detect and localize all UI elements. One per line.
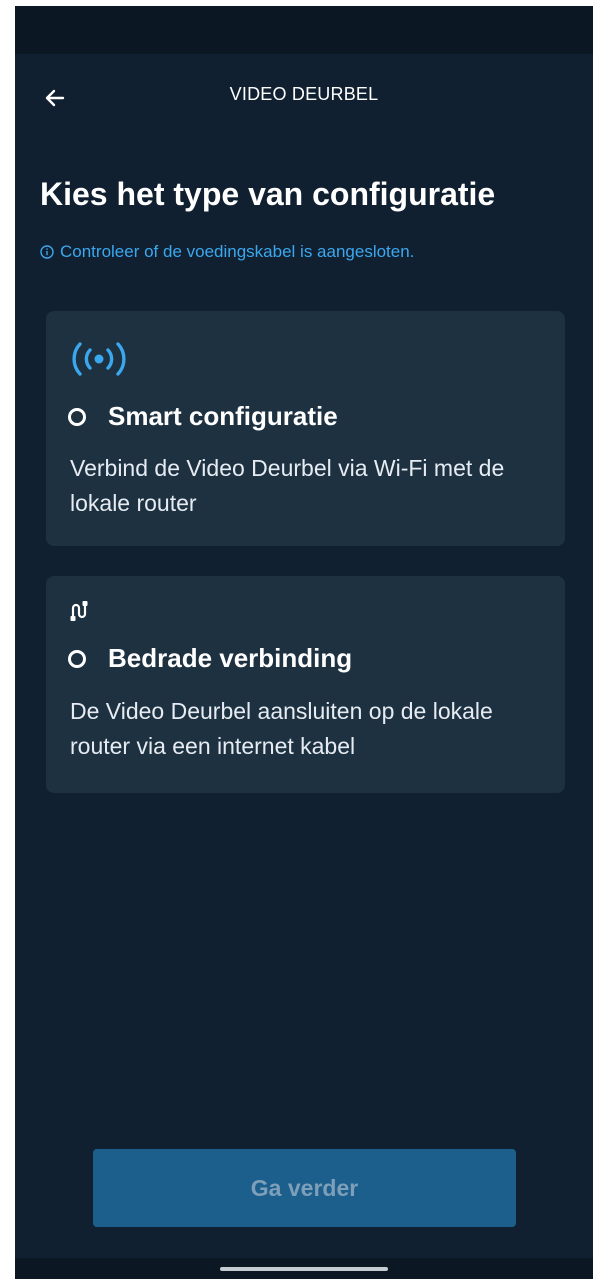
option-description: Verbind de Video Deurbel via Wi-Fi met d… — [70, 455, 505, 516]
continue-button[interactable]: Ga verder — [93, 1149, 516, 1227]
navigation-bar — [15, 1258, 593, 1279]
smart-configuration-option[interactable]: Smart configuratie Verbind de Video Deur… — [46, 311, 565, 546]
wireless-signal-icon — [72, 342, 126, 376]
wired-connection-radio-row[interactable]: Bedrade verbinding — [68, 643, 352, 674]
page-title: Kies het type van configuratie — [40, 176, 496, 212]
info-icon — [40, 245, 54, 259]
power-cable-hint: Controleer of de voedingskabel is aanges… — [40, 242, 414, 262]
app-bar: VIDEO DEURBEL — [15, 54, 593, 140]
option-title: Bedrade verbinding — [108, 643, 353, 673]
ethernet-cable-icon — [70, 601, 88, 622]
smart-configuration-radio-row[interactable]: Smart configuratie — [68, 401, 338, 432]
radio-button[interactable] — [68, 407, 86, 426]
hint-text: Controleer of de voedingskabel is aanges… — [60, 242, 415, 261]
wired-connection-option[interactable]: Bedrade verbinding De Video Deurbel aans… — [46, 576, 565, 793]
option-description: De Video Deurbel aansluiten op de lokale… — [70, 698, 493, 759]
radio-button[interactable] — [68, 649, 86, 668]
option-title: Smart configuratie — [108, 401, 338, 431]
app-title: VIDEO DEURBEL — [229, 84, 379, 104]
app-screen: VIDEO DEURBEL Kies het type van configur… — [15, 6, 593, 1279]
home-indicator[interactable] — [220, 1267, 388, 1271]
status-bar — [15, 6, 593, 54]
